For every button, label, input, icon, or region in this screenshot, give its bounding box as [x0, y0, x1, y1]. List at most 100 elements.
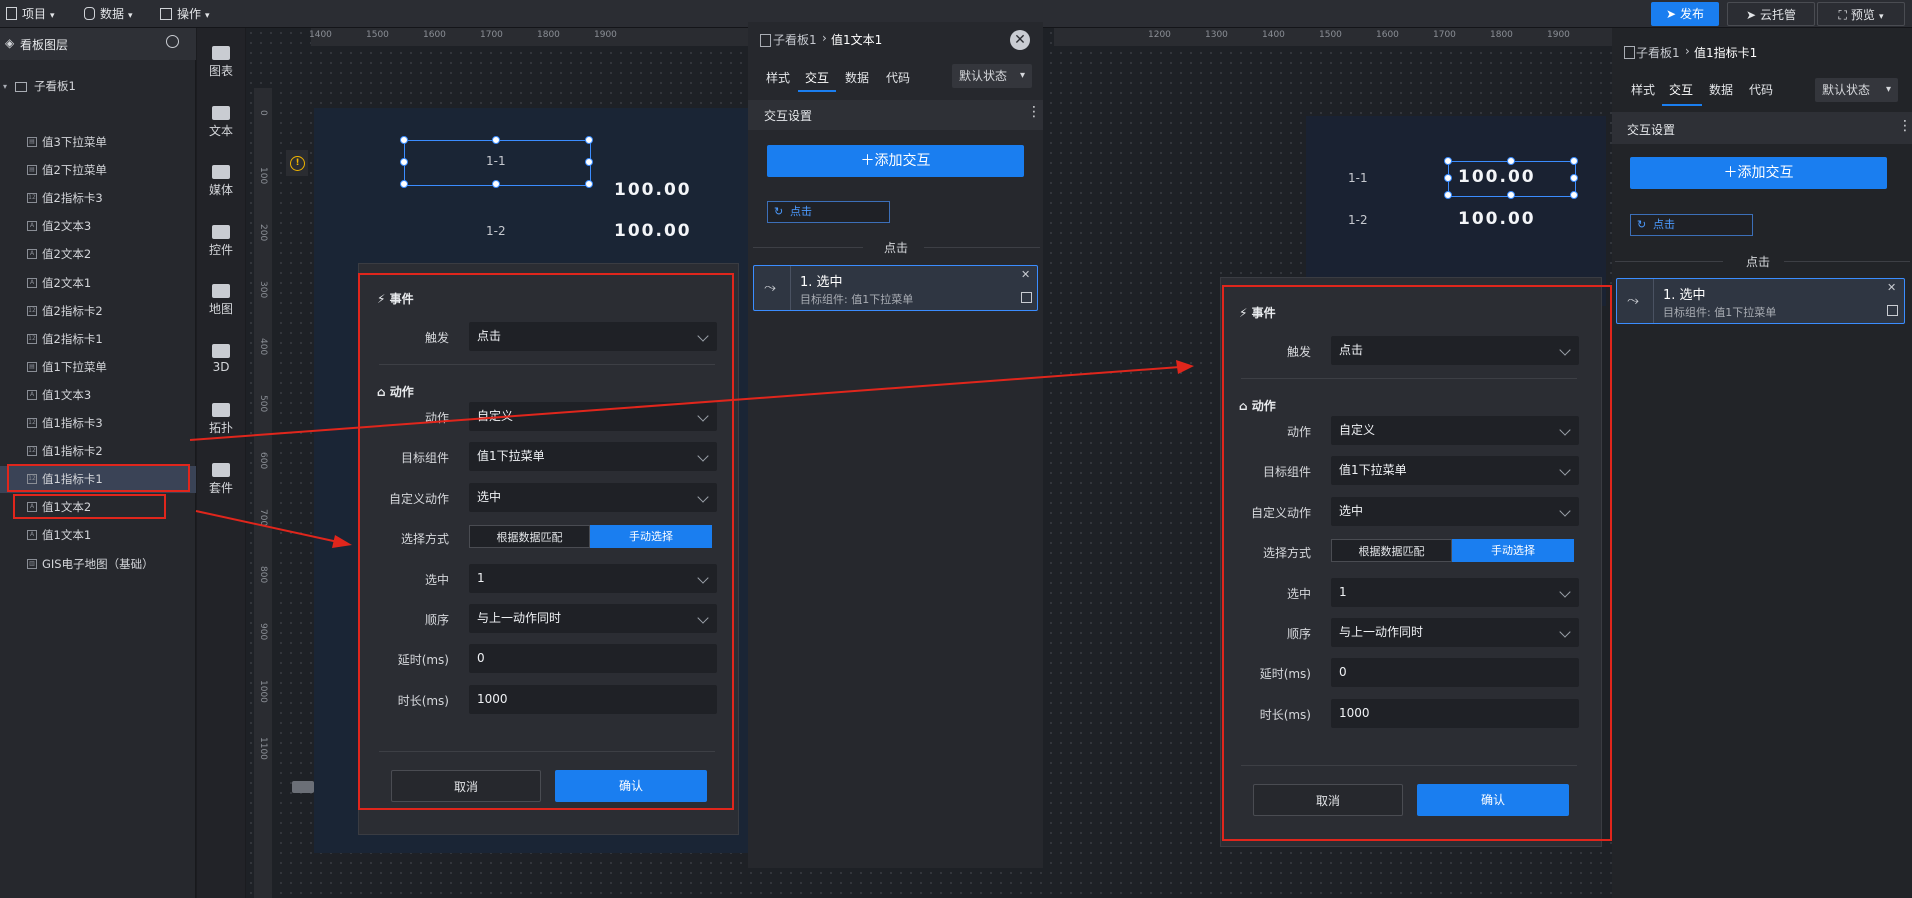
resize-handle[interactable]	[1444, 191, 1452, 199]
layer-panel-header: ◈ 看板图层	[0, 28, 196, 60]
tab-code[interactable]: 代码	[1749, 81, 1773, 98]
card-divider	[790, 266, 791, 310]
layer-item[interactable]: A 值2文本3	[0, 213, 196, 240]
close-icon[interactable]: ✕	[1021, 268, 1030, 281]
text-icon: A	[27, 277, 37, 288]
ruler-tick-label: 1300	[1205, 30, 1228, 40]
metric-value-1: 100.00	[614, 180, 692, 200]
strip-chart[interactable]: 图表	[197, 46, 245, 79]
strip-text[interactable]: 文本	[197, 105, 245, 139]
event-tag-click[interactable]: ↻ 点击	[767, 201, 890, 223]
menu-project[interactable]: 项目 ▾	[6, 0, 55, 28]
card-icon: 12	[27, 305, 37, 316]
text-icon: A	[27, 249, 37, 260]
layer-item-label: 值2指标卡1	[42, 331, 103, 346]
ruler-tick-label: 700	[258, 509, 268, 527]
breadcrumb-root[interactable]: 子看板1	[773, 31, 817, 48]
layer-item-label: 值2文本1	[42, 275, 92, 290]
close-icon[interactable]: ✕	[1887, 281, 1896, 294]
resize-handle[interactable]	[1444, 174, 1452, 182]
resize-handle[interactable]	[585, 180, 593, 188]
layer-item[interactable]: ▤ 值1下拉菜单	[0, 354, 196, 381]
layer-item[interactable]: 12 值2指标卡3	[0, 185, 196, 212]
tab-data[interactable]: 数据	[1709, 81, 1733, 98]
strip-media[interactable]: 媒体	[197, 165, 245, 198]
strip-map[interactable]: 地图	[197, 284, 245, 317]
layer-item-label: 值1下拉菜单	[42, 359, 107, 374]
event-tag-click[interactable]: ↻ 点击	[1630, 214, 1753, 236]
close-button[interactable]: ✕	[1010, 30, 1030, 50]
layer-item[interactable]: A 值1文本1	[0, 522, 196, 549]
strip-control[interactable]: 控件	[197, 224, 245, 258]
ruler-tick-label: 1000	[258, 680, 268, 703]
highlight-dialog-right	[1222, 285, 1612, 841]
layer-item[interactable]: 12 值1指标卡2	[0, 438, 196, 465]
warning-badge[interactable]: !	[286, 150, 308, 176]
tab-interaction[interactable]: 交互	[805, 69, 829, 86]
cloud-hosting-button[interactable]: ➤ 云托管	[1727, 2, 1815, 26]
state-select[interactable]: 默认状态 ▾	[1815, 78, 1898, 102]
map-icon	[212, 284, 230, 298]
interaction-card[interactable]: ⤳ 1. 选中 目标组件: 值1下拉菜单 ✕	[1616, 278, 1905, 324]
tab-code[interactable]: 代码	[886, 69, 910, 86]
layer-item-label: 值3下拉菜单	[42, 135, 107, 149]
resize-handle[interactable]	[1444, 157, 1452, 165]
breadcrumb-root[interactable]: 子看板1	[1636, 44, 1680, 61]
database-icon	[84, 7, 95, 20]
strip-kit[interactable]: 套件	[197, 462, 245, 496]
resize-handle[interactable]	[1570, 174, 1578, 182]
publish-button[interactable]: ➤ 发布	[1651, 2, 1719, 26]
ruler-tick-label: 1500	[366, 30, 389, 40]
branch-icon: ⤳	[1627, 291, 1640, 309]
resize-handle[interactable]	[492, 180, 500, 188]
layer-item[interactable]: ▥ GIS电子地图（基础）	[0, 551, 196, 578]
more-icon[interactable]: ⋮	[1898, 118, 1912, 134]
keyboard-icon[interactable]	[292, 781, 314, 793]
group-label: 点击	[884, 241, 909, 255]
media-icon	[212, 165, 230, 179]
ruler-tick-label: 900	[258, 623, 268, 641]
layer-item[interactable]: A 值2文本1	[0, 270, 196, 297]
resize-handle[interactable]	[1507, 191, 1515, 199]
board-icon	[760, 34, 771, 47]
layer-item[interactable]: A 值2文本2	[0, 241, 196, 268]
tab-data[interactable]: 数据	[845, 69, 869, 86]
layer-item[interactable]: A 值1文本3	[0, 382, 196, 409]
copy-icon[interactable]	[1021, 292, 1032, 303]
search-icon[interactable]	[166, 35, 179, 48]
add-interaction-button[interactable]: ＋添加交互	[1630, 157, 1887, 189]
layer-item[interactable]: 12 值2指标卡2	[0, 298, 196, 325]
state-select[interactable]: 默认状态 ▾	[952, 64, 1032, 88]
add-interaction-button[interactable]: ＋添加交互	[767, 145, 1024, 177]
resize-handle[interactable]	[1570, 157, 1578, 165]
layer-item[interactable]: 12 值2指标卡1	[0, 326, 196, 353]
layer-item-label: 值1文本1	[42, 528, 92, 543]
preview-button[interactable]: ⛶ 预览 ▾	[1817, 2, 1905, 26]
layer-item-label: 值2指标卡2	[42, 303, 103, 318]
layer-item[interactable]: ▤ 值2下拉菜单	[0, 157, 196, 184]
ruler-tick-label: 1700	[1433, 30, 1456, 40]
menu-data[interactable]: 数据 ▾	[84, 0, 133, 28]
interaction-card[interactable]: ⤳ 1. 选中 目标组件: 值1下拉菜单 ✕	[753, 265, 1038, 311]
layer-item[interactable]: ▤ 值3下拉菜单	[0, 129, 196, 156]
resize-handle[interactable]	[585, 158, 593, 166]
resize-handle[interactable]	[400, 136, 408, 144]
layer-group[interactable]: ▾ 子看板1	[0, 73, 196, 100]
strip-topology[interactable]: 拓扑	[197, 403, 245, 436]
resize-handle[interactable]	[400, 158, 408, 166]
tab-style[interactable]: 样式	[766, 69, 790, 86]
resize-handle[interactable]	[585, 136, 593, 144]
strip-3d[interactable]: 3D	[197, 343, 245, 374]
tab-style[interactable]: 样式	[1631, 81, 1655, 98]
menu-operation[interactable]: 操作 ▾	[160, 0, 210, 28]
resize-handle[interactable]	[400, 180, 408, 188]
resize-handle[interactable]	[492, 136, 500, 144]
layer-item[interactable]: 12 值1指标卡3	[0, 410, 196, 437]
resize-handle[interactable]	[1507, 157, 1515, 165]
branch-icon: ⤳	[764, 278, 777, 296]
copy-icon[interactable]	[1887, 305, 1898, 316]
more-icon[interactable]: ⋮	[1027, 104, 1041, 120]
tab-active-indicator	[798, 90, 836, 92]
tab-interaction[interactable]: 交互	[1669, 81, 1693, 98]
resize-handle[interactable]	[1570, 191, 1578, 199]
